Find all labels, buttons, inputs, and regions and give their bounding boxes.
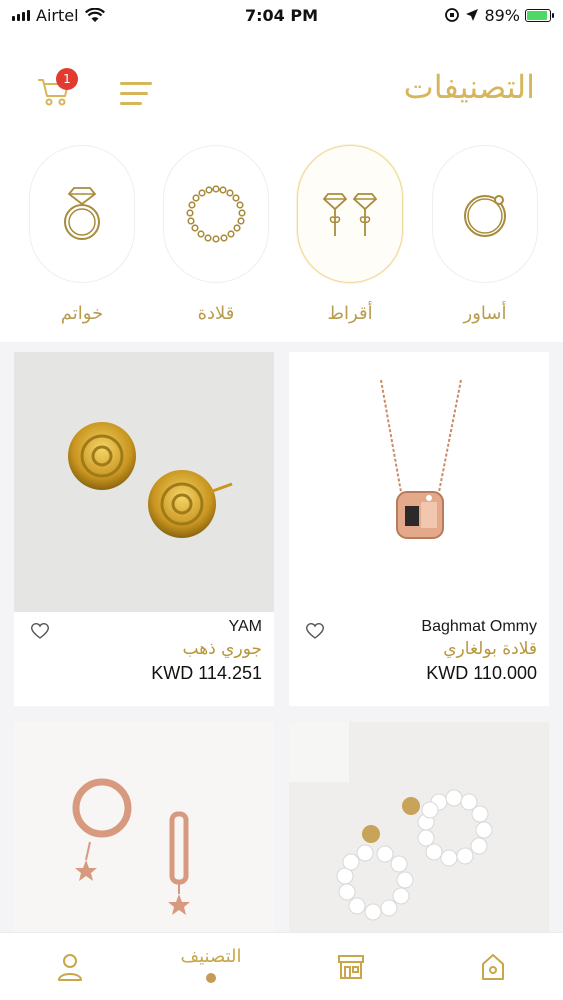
category-row: أساور أقراط قلادة خواتم	[0, 145, 563, 340]
heart-icon[interactable]	[305, 622, 325, 640]
product-brand: Baghmat Ommy	[421, 618, 537, 635]
cart-badge: 1	[56, 68, 78, 90]
tab-home[interactable]	[453, 933, 533, 1000]
category-circle	[432, 145, 538, 283]
status-left: Airtel	[12, 6, 202, 25]
menu-button[interactable]	[120, 82, 152, 112]
product-card[interactable]	[14, 722, 274, 932]
battery-percent: 89%	[484, 5, 520, 25]
category-circle	[297, 145, 403, 283]
cart-button[interactable]: 1	[36, 68, 78, 112]
tab-profile[interactable]	[30, 933, 110, 1000]
product-card[interactable]: Baghmat Ommy قلادة بولغاري KWD 110.000	[289, 352, 549, 706]
tab-categories-label: التصنيف	[180, 945, 242, 967]
heart-icon[interactable]	[30, 622, 50, 640]
product-image[interactable]	[289, 352, 549, 612]
status-bar: Airtel 7:04 PM 89%	[0, 0, 563, 30]
product-price: KWD 110.000	[426, 663, 537, 683]
location-icon	[466, 9, 479, 21]
battery-icon	[525, 8, 554, 22]
product-brand: YAM	[228, 618, 262, 635]
clock: 7:04 PM	[244, 5, 318, 25]
product-name: قلادة بولغاري	[443, 639, 537, 659]
necklace-icon	[186, 185, 246, 243]
orientation-lock-icon	[445, 8, 460, 22]
category-rings[interactable]: خواتم	[27, 145, 137, 335]
category-label: خواتم	[60, 303, 104, 324]
category-label: قلادة	[197, 303, 235, 324]
profile-icon	[58, 954, 82, 981]
pearl-earrings-photo	[289, 722, 493, 921]
category-earrings[interactable]: أقراط	[295, 145, 405, 335]
category-label: أقراط	[327, 303, 373, 324]
product-info: Baghmat Ommy قلادة بولغاري KWD 110.000	[289, 612, 549, 706]
product-info: YAM جوري ذهب KWD 114.251	[14, 612, 274, 706]
tab-store[interactable]	[311, 933, 391, 1000]
page-title: التصنيفات	[403, 68, 535, 106]
wifi-icon	[84, 7, 105, 22]
bottom-tab-bar: التصنيف	[0, 932, 563, 1000]
ring-icon	[64, 187, 100, 240]
category-necklaces[interactable]: قلادة	[161, 145, 271, 335]
earrings-photo	[68, 422, 233, 538]
product-price: KWD 114.251	[151, 663, 262, 683]
category-circle	[163, 145, 269, 283]
active-tab-indicator	[206, 972, 216, 983]
product-image[interactable]	[14, 352, 274, 612]
header: 1 التصنيفات	[0, 60, 563, 130]
earrings-icon	[322, 193, 378, 236]
hoop-earrings-photo	[72, 778, 190, 915]
bracelet-icon	[464, 195, 506, 237]
product-card[interactable]	[289, 722, 549, 932]
status-right: 89%	[361, 5, 554, 25]
home-icon	[482, 954, 504, 980]
tab-categories[interactable]: التصنيف	[171, 933, 251, 1000]
store-icon	[338, 955, 364, 979]
product-image[interactable]	[14, 722, 274, 932]
signal-icon	[12, 9, 30, 21]
necklace-photo	[380, 379, 462, 539]
category-bracelets[interactable]: أساور	[430, 145, 540, 335]
category-circle	[29, 145, 135, 283]
category-label: أساور	[463, 303, 507, 324]
product-image[interactable]	[289, 722, 549, 932]
carrier-label: Airtel	[36, 5, 79, 25]
product-card[interactable]: YAM جوري ذهب KWD 114.251	[14, 352, 274, 706]
product-name: جوري ذهب	[182, 639, 262, 659]
